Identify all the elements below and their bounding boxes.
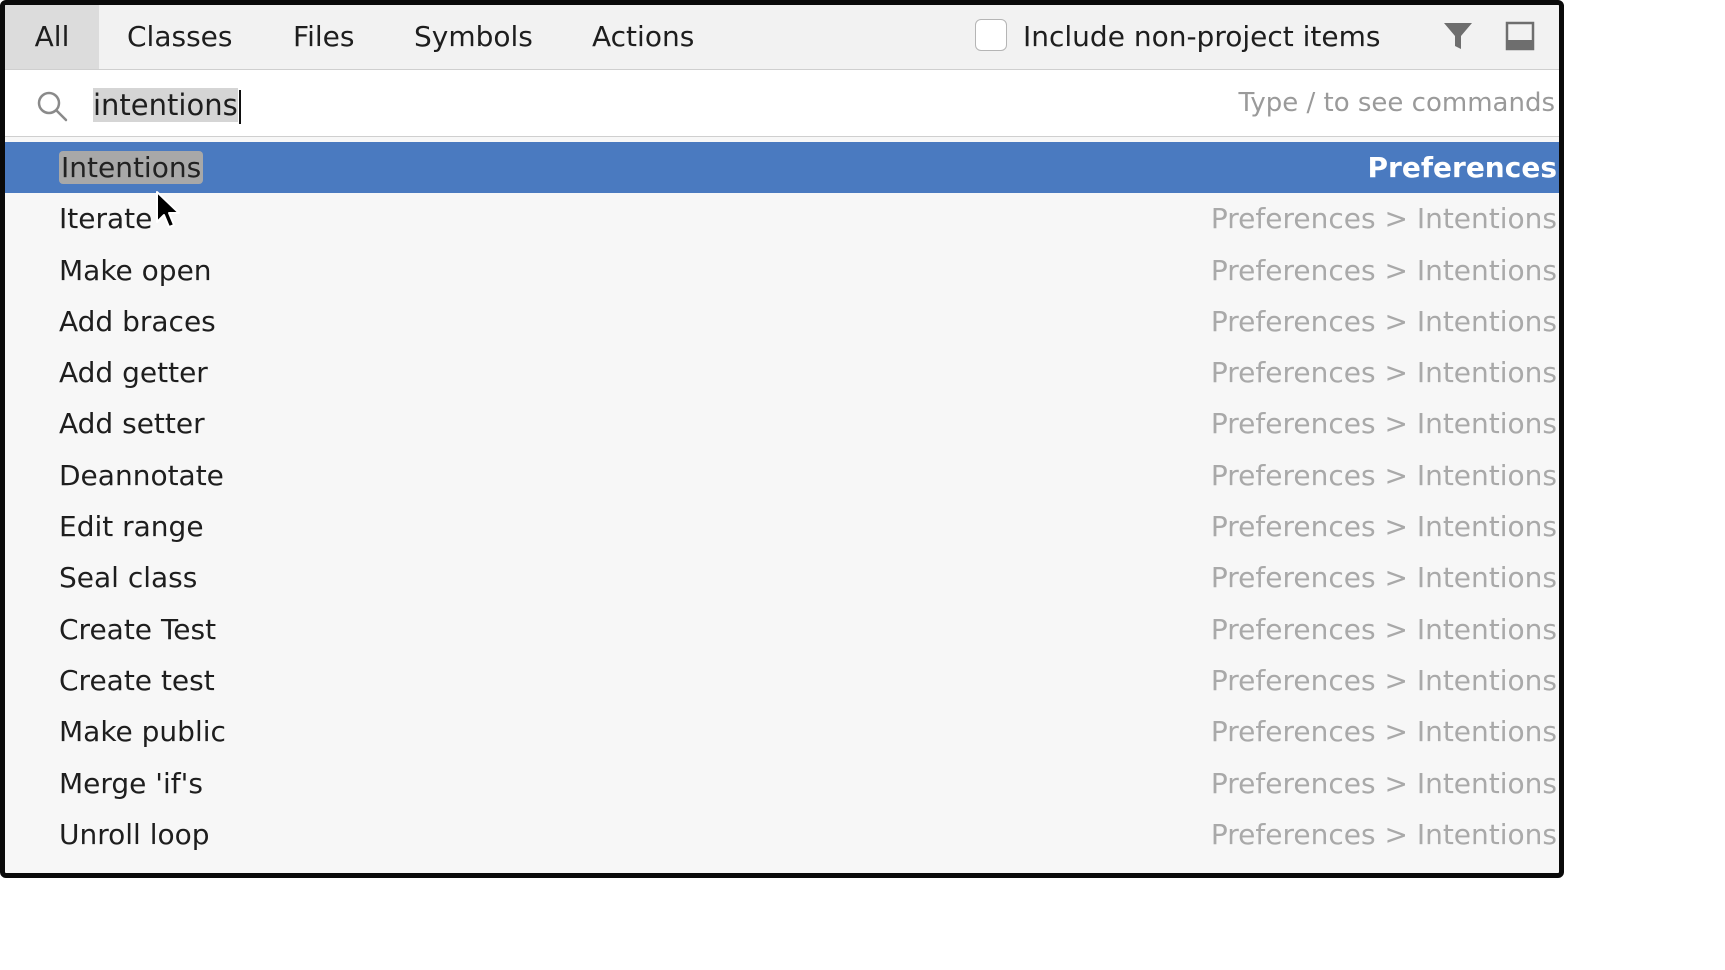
tab-actions[interactable]: Actions (592, 5, 694, 69)
tab-symbols[interactable]: Symbols (414, 5, 533, 69)
text-caret (238, 90, 241, 124)
list-item[interactable]: Add setter Preferences > Intentions (5, 398, 1559, 449)
list-item[interactable]: Merge 'if's Preferences > Intentions (5, 758, 1559, 809)
search-hint: Type / to see commands (1238, 88, 1556, 118)
list-item[interactable]: Intentions Preferences (5, 142, 1559, 194)
list-item-path: Preferences > Intentions (1210, 510, 1557, 544)
search-input[interactable]: intentions (93, 85, 241, 125)
list-item-name: Create Test (59, 612, 217, 646)
list-item-name: Seal class (59, 561, 198, 595)
tab-classes[interactable]: Classes (127, 5, 232, 69)
list-item-name: Add getter (59, 356, 208, 390)
list-item-path: Preferences > Intentions (1210, 663, 1557, 697)
tab-bar: All Classes Files Symbols Actions Includ… (5, 5, 1559, 70)
list-item[interactable]: Make public Preferences > Intentions (5, 706, 1559, 757)
search-icon (37, 91, 68, 122)
match-highlight: Intentions (59, 151, 204, 184)
tab-all[interactable]: All (5, 5, 99, 69)
list-item-name: Iterate (59, 202, 153, 236)
list-item-path: Preferences > Intentions (1210, 304, 1557, 338)
filter-icon[interactable] (1441, 19, 1475, 53)
list-item-path: Preferences > Intentions (1210, 612, 1557, 646)
list-item-name: Make public (59, 715, 226, 749)
list-item-path: Preferences > Intentions (1210, 407, 1557, 441)
list-item-name: Add setter (59, 407, 205, 441)
search-input-value: intentions (93, 88, 238, 122)
list-item[interactable]: Seal class Preferences > Intentions (5, 552, 1559, 603)
list-item[interactable]: Iterate Preferences > Intentions (5, 193, 1559, 244)
preview-panel-icon[interactable] (1503, 19, 1537, 53)
list-item-path: Preferences > Intentions (1210, 715, 1557, 749)
list-item-path: Preferences > Intentions (1210, 202, 1557, 236)
list-item-name: Make open (59, 253, 212, 287)
list-item[interactable]: Create test Preferences > Intentions (5, 655, 1559, 706)
list-item-path: Preferences > Intentions (1210, 817, 1557, 851)
include-non-project-checkbox[interactable] (975, 19, 1007, 51)
list-item[interactable]: Add getter Preferences > Intentions (5, 347, 1559, 398)
search-row: intentions Type / to see commands (5, 70, 1559, 137)
list-item-path: Preferences > Intentions (1210, 458, 1557, 492)
list-item[interactable]: Deannotate Preferences > Intentions (5, 450, 1559, 501)
list-item-name: Intentions (59, 142, 204, 193)
search-everywhere-popup: All Classes Files Symbols Actions Includ… (0, 0, 1564, 878)
list-item-name: Edit range (59, 510, 204, 544)
list-item-name: Unroll loop (59, 817, 210, 851)
list-item-name: Add braces (59, 304, 216, 338)
list-item-path: Preferences > Intentions (1210, 561, 1557, 595)
tab-files[interactable]: Files (293, 5, 354, 69)
list-item-path: Preferences > Intentions (1210, 766, 1557, 800)
include-non-project-label[interactable]: Include non-project items (1023, 5, 1380, 69)
list-item-path: Preferences > Intentions (1210, 253, 1557, 287)
list-item-path: Preferences > Intentions (1210, 356, 1557, 390)
results-list: Intentions Preferences Iterate Preferenc… (5, 142, 1559, 860)
list-item[interactable]: Unroll loop Preferences > Intentions (5, 809, 1559, 860)
list-item[interactable]: Edit range Preferences > Intentions (5, 501, 1559, 552)
list-item-path: Preferences (1367, 151, 1557, 184)
list-item[interactable]: Create Test Preferences > Intentions (5, 604, 1559, 655)
list-item[interactable]: Add braces Preferences > Intentions (5, 296, 1559, 347)
list-item-name: Deannotate (59, 458, 224, 492)
list-item-name: Merge 'if's (59, 766, 203, 800)
list-item[interactable]: Make open Preferences > Intentions (5, 245, 1559, 296)
list-item-name: Create test (59, 663, 215, 697)
